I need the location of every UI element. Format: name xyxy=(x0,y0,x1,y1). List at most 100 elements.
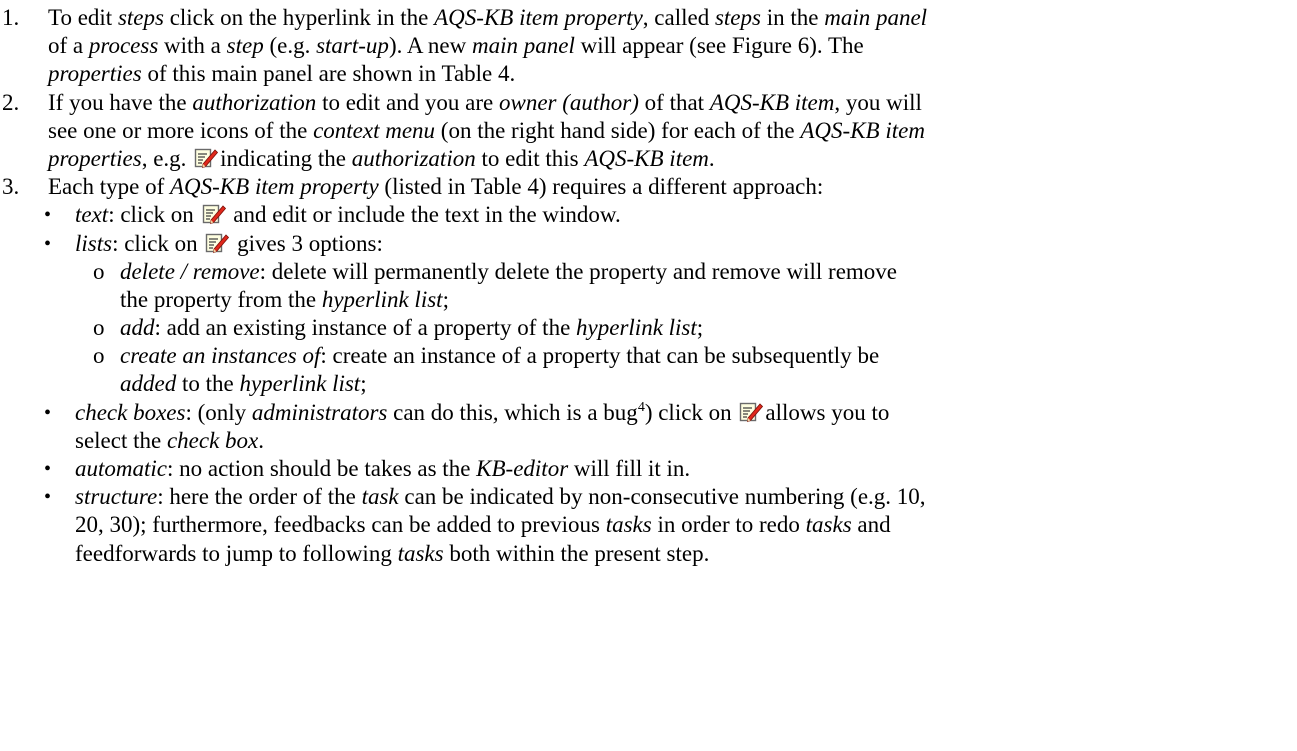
italic-term: KB-editor xyxy=(476,456,569,481)
text-run: click on the hyperlink in the xyxy=(163,5,435,30)
text-run: : click on xyxy=(112,230,204,256)
text-run: which is a bug xyxy=(498,399,638,425)
bullet-item-line: • automatic: no action should be takes as… xyxy=(0,455,1297,483)
sub-bullet-item-line: o create an instances of: create an insta… xyxy=(0,342,1297,370)
text-run: can do this xyxy=(387,399,493,425)
italic-term: AQS-KB item property xyxy=(434,5,643,30)
italic-term: lists xyxy=(75,230,113,256)
italic-term: main panel xyxy=(472,33,575,59)
step-number: 1. xyxy=(2,5,20,30)
italic-term: owner (author) xyxy=(498,89,639,115)
italic-term: check box xyxy=(166,427,259,453)
text-run: feedforwards to jump to following xyxy=(75,540,398,566)
text-run: of that xyxy=(638,89,710,115)
text-run: see one or more icons of the xyxy=(48,117,314,143)
italic-term: AQS-KB item property xyxy=(169,174,379,200)
text-run: select the xyxy=(75,427,167,453)
edit-icon xyxy=(206,233,230,253)
italic-term: task xyxy=(361,484,399,510)
circle-bullet-glyph: o xyxy=(93,258,105,284)
sub-bullet-item-line: o delete / remove: delete will permanentl… xyxy=(0,258,1297,286)
italic-term: properties xyxy=(48,145,142,171)
italic-term: tasks xyxy=(605,512,652,538)
bullet-glyph: • xyxy=(44,401,52,424)
italic-term: structure xyxy=(75,484,158,510)
step-number: 2. xyxy=(2,89,20,115)
bullet-item-line: • check boxes: (only administrators can d… xyxy=(0,399,1297,427)
step-1-line: of a process with a step (e.g. start-up)… xyxy=(0,32,1297,60)
text-run: and xyxy=(851,512,891,538)
text-run: : click on xyxy=(108,202,200,228)
italic-term: create an instances of xyxy=(120,343,321,369)
italic-term: added xyxy=(120,371,177,397)
edit-icon xyxy=(740,402,764,422)
step-2-line: properties, e.g. indicating the authoriz… xyxy=(0,145,1297,173)
italic-term: hyperlink list xyxy=(321,286,443,312)
text-run: . xyxy=(708,145,715,171)
document-body: 1. To edit steps click on the hyperlink i… xyxy=(0,0,1297,568)
text-run: ; xyxy=(360,371,367,397)
text-run: gives 3 options: xyxy=(231,230,383,256)
bullet-glyph: • xyxy=(44,232,52,255)
text-run: : delete will permanently delete the pro… xyxy=(259,258,898,284)
text-run: of a xyxy=(48,33,89,59)
text-run: , called xyxy=(642,5,715,30)
text-run: the property from the xyxy=(120,286,322,312)
text-run: ) click on xyxy=(644,399,738,425)
text-run: To edit xyxy=(48,5,118,30)
italic-term: properties xyxy=(48,61,142,87)
text-run: to the xyxy=(176,371,240,397)
italic-term: steps xyxy=(714,5,761,30)
italic-term: add xyxy=(120,315,155,341)
step-2-line: see one or more icons of the context men… xyxy=(0,117,1297,145)
italic-term: check boxes xyxy=(75,399,186,425)
italic-term: administrators xyxy=(251,399,388,425)
step-1-line: properties of this main panel are shown … xyxy=(0,60,1297,88)
italic-term: start-up xyxy=(316,33,389,59)
italic-term: automatic xyxy=(75,456,167,481)
italic-term: authorization xyxy=(192,89,317,115)
italic-term: hyperlink list xyxy=(239,371,361,397)
bullet-glyph: • xyxy=(44,486,52,509)
italic-term: authorization xyxy=(351,145,476,171)
footnote-marker: 4 xyxy=(637,399,645,415)
text-run: ; xyxy=(696,315,704,341)
italic-term: step xyxy=(226,33,264,59)
edit-icon xyxy=(202,205,226,225)
step-1-line: 1. To edit steps click on the hyperlink i… xyxy=(0,4,1297,32)
text-run: : add an existing instance of a property… xyxy=(154,315,577,341)
sub-bullet-item-line: added to the hyperlink list; xyxy=(0,370,1297,398)
italic-term: process xyxy=(88,33,159,59)
text-run: . xyxy=(258,427,265,453)
step-number: 3. xyxy=(2,174,20,200)
text-run: in order to redo xyxy=(651,512,806,538)
circle-bullet-glyph: o xyxy=(93,343,105,369)
text-run: : create an instance of a property that … xyxy=(320,343,880,369)
text-run: (e.g. xyxy=(263,33,317,59)
italic-term: main panel xyxy=(824,5,928,30)
text-run: : here the order of the xyxy=(157,484,362,510)
bullet-item-line: 20, 30); furthermore, feedbacks can be a… xyxy=(0,511,1297,539)
text-run: : no action should be takes as the xyxy=(167,456,477,481)
italic-term: hyperlink list xyxy=(576,315,697,341)
text-run: If you have the xyxy=(48,89,193,115)
bullet-glyph: • xyxy=(44,204,52,227)
bullet-item-line: select the check box. xyxy=(0,427,1297,455)
italic-term: AQS-KB item xyxy=(584,145,709,171)
text-run: and edit or include the text in the wind… xyxy=(227,202,621,228)
text-run: of this main panel are shown in Table 4. xyxy=(141,61,516,87)
text-run: ). A new xyxy=(388,33,472,59)
bullet-item-line: feedforwards to jump to following tasks … xyxy=(0,540,1297,568)
text-run: indicating the xyxy=(220,145,352,171)
step-2-line: 2. If you have the authorization to edit … xyxy=(0,89,1297,117)
text-run: with a xyxy=(158,33,227,59)
text-run: in the xyxy=(760,5,825,30)
step-3-line: 3. Each type of AQS-KB item property (lis… xyxy=(0,173,1297,201)
italic-term: tasks xyxy=(805,512,852,538)
text-run: to edit this xyxy=(475,145,585,171)
italic-term: steps xyxy=(117,5,164,30)
sub-bullet-item-line: the property from the hyperlink list; xyxy=(0,286,1297,314)
bullet-item-line: • structure: here the order of the task c… xyxy=(0,483,1297,511)
text-run: : (only xyxy=(185,399,252,425)
italic-term: context menu xyxy=(313,117,436,143)
